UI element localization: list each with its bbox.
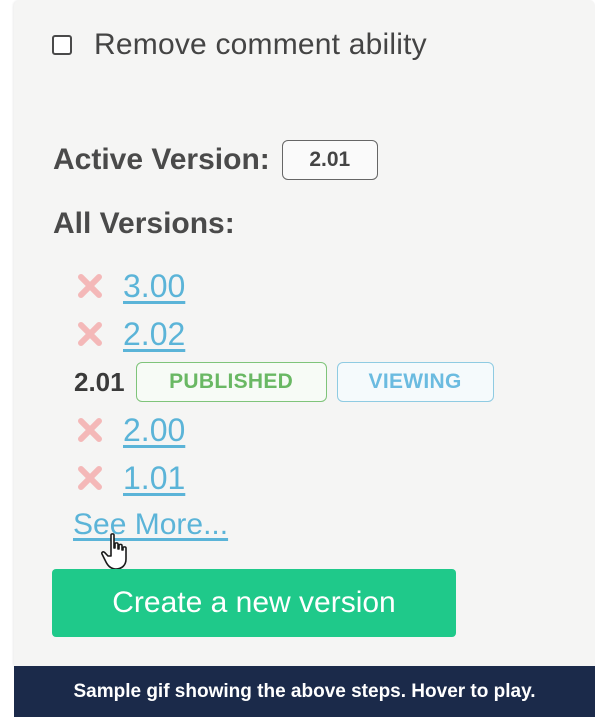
viewing-tag: VIEWING xyxy=(336,362,494,402)
see-more-link[interactable]: See More... xyxy=(73,508,228,542)
x-icon[interactable] xyxy=(70,458,110,498)
version-link-3-00[interactable]: 3.00 xyxy=(123,268,185,305)
x-icon[interactable] xyxy=(70,410,110,450)
x-icon[interactable] xyxy=(70,314,110,354)
version-link-1-01[interactable]: 1.01 xyxy=(123,460,185,497)
active-version-row: Active Version: 2.01 xyxy=(53,140,378,180)
version-item-2-00: 2.00 xyxy=(70,406,494,454)
all-versions-label: All Versions: xyxy=(53,207,235,240)
version-list: 3.00 2.02 2.01 PUBLISHED VIEWING 2.00 1.… xyxy=(70,262,494,502)
version-item-3-00: 3.00 xyxy=(70,262,494,310)
create-version-button[interactable]: Create a new version xyxy=(52,569,456,637)
published-tag: PUBLISHED xyxy=(135,362,327,402)
version-item-2-01: 2.01 PUBLISHED VIEWING xyxy=(70,358,494,406)
remove-comment-label: Remove comment ability xyxy=(94,28,427,61)
caption-text: Sample gif showing the above steps. Hove… xyxy=(73,680,536,702)
screenshot-frame: Remove comment ability Active Version: 2… xyxy=(0,0,595,717)
current-version-number: 2.01 xyxy=(74,366,125,397)
version-item-2-02: 2.02 xyxy=(70,310,494,358)
active-version-badge: 2.01 xyxy=(281,140,378,180)
active-version-label: Active Version: xyxy=(53,143,270,176)
remove-comment-checkbox[interactable] xyxy=(52,35,72,55)
x-icon[interactable] xyxy=(70,266,110,306)
version-item-1-01: 1.01 xyxy=(70,454,494,502)
caption-bar: Sample gif showing the above steps. Hove… xyxy=(14,666,595,717)
remove-comment-row[interactable]: Remove comment ability xyxy=(52,28,427,62)
version-link-2-02[interactable]: 2.02 xyxy=(123,316,185,353)
hand-pointer-icon xyxy=(101,533,127,570)
version-link-2-00[interactable]: 2.00 xyxy=(123,412,185,449)
